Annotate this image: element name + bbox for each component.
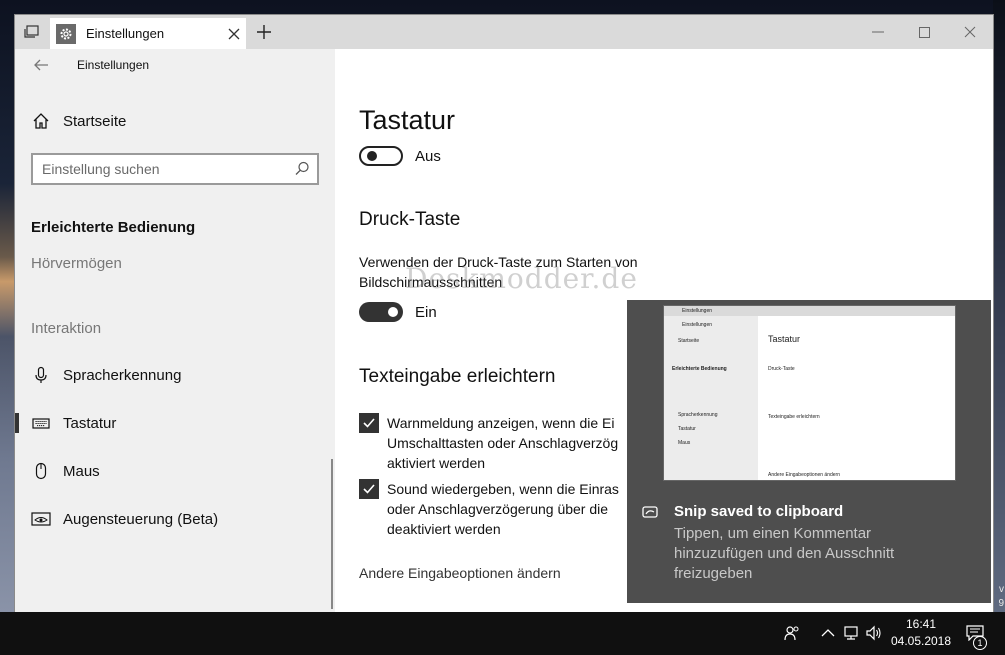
chevron-up-icon[interactable]: [819, 624, 837, 642]
window-title: Einstellungen: [77, 58, 150, 72]
clock[interactable]: 16:41 04.05.2018: [884, 616, 958, 650]
eye-control-icon: [31, 509, 51, 529]
clock-time: 16:41: [905, 617, 937, 631]
body-line: freizugeben: [674, 565, 753, 582]
microphone-icon: [31, 365, 51, 385]
thumbnail-text: Spracherkennung: [678, 412, 718, 418]
close-tab-icon[interactable]: [222, 22, 246, 46]
tab-settings[interactable]: Einstellungen: [50, 18, 246, 49]
typing-section-title: Texteingabe erleichtern: [359, 366, 556, 387]
sidebar-item-label: Augensteuerung (Beta): [63, 510, 219, 528]
toggle-knob: [388, 307, 398, 317]
sidebar-item-label: Maus: [63, 462, 100, 480]
clock-date: 04.05.2018: [890, 634, 952, 648]
print-toggle-state: Ein: [415, 304, 437, 321]
thumbnail-text: Texteingabe erleichtern: [768, 414, 820, 420]
notification-count-badge: 1: [973, 636, 987, 650]
sidebar-item-mouse[interactable]: Maus: [15, 456, 335, 486]
mouse-icon: [31, 461, 51, 481]
back-row: Einstellungen: [15, 49, 335, 81]
gear-icon: [56, 23, 76, 44]
thumbnail-text: Startseite: [678, 338, 700, 344]
sidebar-item-keyboard[interactable]: Tastatur: [15, 408, 335, 438]
sidebar-scrollbar[interactable]: [331, 459, 333, 609]
print-section-title: Druck-Taste: [359, 209, 461, 230]
thumbnail-text: Druck-Taste: [768, 366, 795, 372]
snip-sketch-icon: [641, 503, 659, 521]
thumbnail-text: Tastatur: [768, 334, 801, 344]
title-bar: Einstellungen: [15, 15, 993, 49]
warning-checkbox[interactable]: [359, 413, 379, 433]
notification-body: Tippen, um einen Kommentar hinzuzufügen …: [674, 524, 974, 584]
volume-icon[interactable]: [865, 624, 883, 642]
thumbnail-text: Andere Eingabeoptionen ändern: [768, 472, 841, 478]
keyboard-icon: [31, 413, 51, 433]
keyboard-toggle-state: Aus: [415, 148, 441, 165]
search-box[interactable]: [31, 153, 319, 185]
body-line: hinzuzufügen und den Ausschnitt: [674, 545, 895, 562]
keyboard-toggle[interactable]: [359, 146, 403, 166]
print-screen-toggle[interactable]: [359, 302, 403, 322]
section-heading: Erleichterte Bedienung: [31, 219, 196, 236]
other-input-options-link[interactable]: Andere Eingabeoptionen ändern: [359, 565, 561, 581]
search-input[interactable]: [33, 161, 293, 177]
watermark: Deskmodder.de: [405, 262, 638, 295]
sidebar: Einstellungen Startseite Erleichterte Be…: [15, 49, 335, 613]
notification-title: Snip saved to clipboard: [674, 503, 844, 520]
sidebar-item-label: Spracherkennung: [63, 366, 182, 384]
desktop-edge-text: v: [999, 584, 1004, 595]
maximize-button[interactable]: [901, 15, 947, 49]
sidebar-item-hearing[interactable]: Hörvermögen: [31, 255, 122, 272]
close-window-button[interactable]: [947, 15, 993, 49]
thumbnail-text: Tastatur: [678, 426, 696, 432]
people-icon[interactable]: [783, 624, 801, 642]
network-icon[interactable]: [843, 624, 861, 642]
taskbar: 16:41 04.05.2018 1: [0, 612, 1005, 655]
new-tab-button[interactable]: [252, 21, 276, 43]
back-arrow-icon[interactable]: [31, 55, 51, 75]
snip-thumbnail[interactable]: Einstellungen Einstellungen Startseite E…: [663, 305, 956, 481]
sidebar-item-speech[interactable]: Spracherkennung: [15, 360, 335, 390]
sound-checkbox[interactable]: [359, 479, 379, 499]
tab-title: Einstellungen: [86, 26, 165, 41]
body-line: Tippen, um einen Kommentar: [674, 525, 872, 542]
home-icon: [31, 111, 51, 131]
thumbnail-text: Erleichterte Bedienung: [672, 366, 727, 372]
sidebar-item-label: Startseite: [63, 112, 127, 130]
group-label-interaction: Interaktion: [31, 320, 102, 337]
search-icon[interactable]: [293, 160, 311, 178]
snip-notification[interactable]: Einstellungen Einstellungen Startseite E…: [627, 300, 991, 603]
sidebar-item-home[interactable]: Startseite: [15, 107, 335, 135]
toggle-knob: [367, 151, 377, 161]
minimize-button[interactable]: [855, 15, 901, 49]
desktop-wallpaper-edge: [993, 0, 1005, 612]
sidebar-item-label: Tastatur: [63, 414, 117, 432]
thumbnail-text: Einstellungen: [682, 308, 713, 314]
desktop-edge-text: 9: [998, 598, 1004, 609]
thumbnail-text: Einstellungen: [682, 322, 713, 328]
sidebar-item-eye-control[interactable]: Augensteuerung (Beta): [15, 504, 335, 534]
tab-overview-icon[interactable]: [23, 25, 39, 39]
thumbnail-text: Maus: [678, 440, 691, 446]
page-title: Tastatur: [359, 105, 456, 135]
